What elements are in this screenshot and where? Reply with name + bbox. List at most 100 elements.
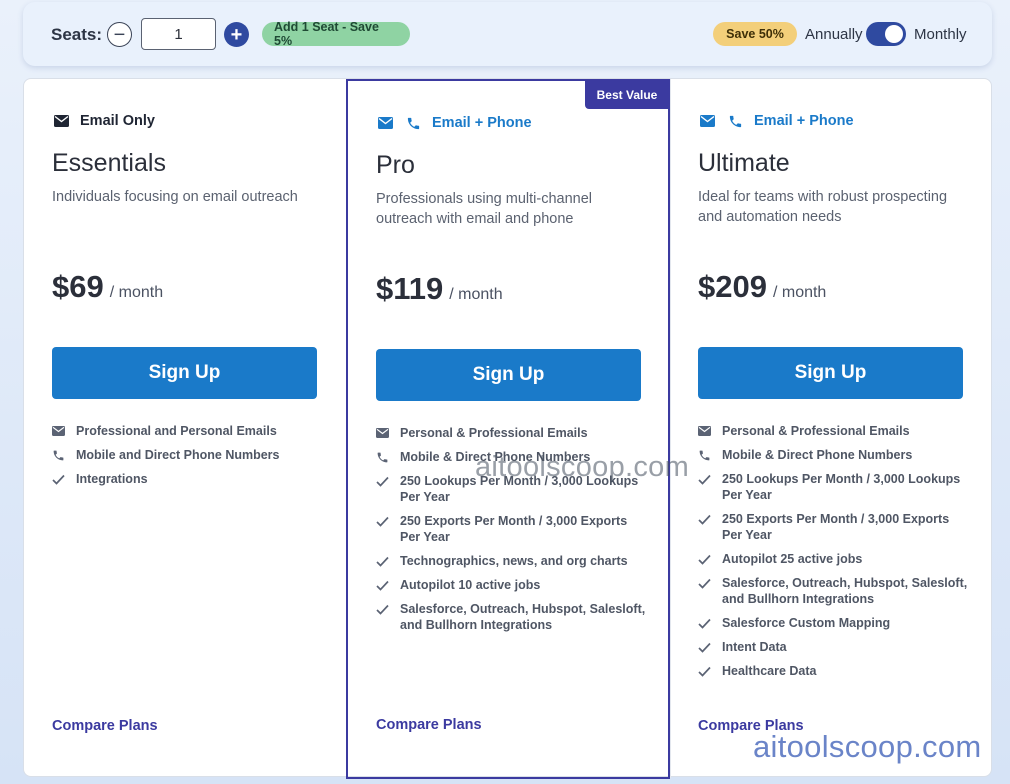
annually-label[interactable]: Annually — [805, 26, 863, 43]
add-seat-promo-badge[interactable]: Add 1 Seat - Save 5% — [262, 20, 410, 48]
check-icon — [52, 471, 76, 487]
envelope-icon — [376, 425, 400, 441]
phone-icon — [404, 115, 422, 131]
plan-channel: Email + Phone — [376, 115, 532, 131]
feature-item: Personal & Professional Emails — [376, 425, 648, 441]
plan-channel-label: Email + Phone — [432, 115, 532, 131]
sign-up-button[interactable]: Sign Up — [52, 347, 317, 399]
plan-channel: Email Only — [52, 113, 155, 129]
save-badge: Save 50% — [713, 22, 797, 46]
feature-text: Healthcare Data — [722, 664, 817, 678]
phone-icon — [726, 113, 744, 129]
feature-item: Mobile and Direct Phone Numbers — [52, 447, 324, 463]
feature-text: Professional and Personal Emails — [76, 424, 277, 438]
watermark-text: aitoolscoop.com — [753, 729, 982, 764]
feature-item: Technographics, news, and org charts — [376, 553, 648, 569]
price-amount: $119 — [376, 271, 444, 306]
feature-item: Personal & Professional Emails — [698, 423, 970, 439]
watermark-text: aitoolscoop.com — [475, 451, 690, 483]
check-icon — [376, 513, 400, 529]
check-icon — [376, 601, 400, 617]
phone-icon — [52, 447, 76, 463]
feature-item: 250 Exports Per Month / 3,000 Exports Pe… — [376, 513, 648, 545]
plan-channel: Email + Phone — [698, 113, 854, 129]
check-icon — [698, 615, 722, 631]
feature-item: Salesforce, Outreach, Hubspot, Salesloft… — [698, 575, 970, 607]
feature-item: 250 Lookups Per Month / 3,000 Lookups Pe… — [698, 471, 970, 503]
check-icon — [698, 551, 722, 567]
seats-billing-bar: Seats: − + Add 1 Seat - Save 5% Save 50%… — [23, 2, 992, 66]
monthly-label[interactable]: Monthly — [914, 26, 967, 43]
plan-price: $209 / month — [698, 269, 826, 305]
feature-text: 250 Exports Per Month / 3,000 Exports Pe… — [400, 514, 628, 544]
envelope-icon — [698, 113, 716, 129]
compare-plans-link[interactable]: Compare Plans — [52, 718, 158, 734]
price-amount: $69 — [52, 269, 104, 304]
feature-item: Integrations — [52, 471, 324, 487]
feature-text: Mobile & Direct Phone Numbers — [722, 448, 913, 462]
price-amount: $209 — [698, 269, 767, 304]
plan-description: Professionals using multi-channel outrea… — [376, 191, 592, 227]
feature-item: Salesforce Custom Mapping — [698, 615, 970, 631]
feature-item: Intent Data — [698, 639, 970, 655]
plan-description: Ideal for teams with robust prospecting … — [698, 189, 948, 225]
feature-list: Personal & Professional Emails Mobile & … — [698, 423, 970, 687]
plan-name: Pro — [376, 151, 415, 179]
check-icon — [376, 473, 400, 489]
envelope-icon — [376, 115, 394, 131]
feature-text: Personal & Professional Emails — [400, 426, 588, 440]
feature-item: Salesforce, Outreach, Hubspot, Salesloft… — [376, 601, 648, 633]
feature-item: Professional and Personal Emails — [52, 423, 324, 439]
feature-text: Integrations — [76, 472, 148, 486]
price-period: / month — [109, 284, 164, 301]
plan-name: Essentials — [52, 149, 166, 177]
feature-item: Mobile & Direct Phone Numbers — [698, 447, 970, 463]
price-period: / month — [449, 286, 503, 303]
feature-text: 250 Exports Per Month / 3,000 Exports Pe… — [722, 512, 950, 542]
plan-card-essentials: Email Only Essentials Individuals focusi… — [24, 79, 346, 778]
phone-icon — [376, 449, 400, 465]
compare-plans-link[interactable]: Compare Plans — [376, 717, 482, 733]
feature-item: Autopilot 25 active jobs — [698, 551, 970, 567]
plan-channel-label: Email Only — [80, 113, 155, 129]
feature-text: Autopilot 25 active jobs — [722, 552, 863, 566]
increase-seats-button[interactable]: + — [224, 22, 249, 47]
check-icon — [698, 663, 722, 679]
check-icon — [698, 639, 722, 655]
decrease-seats-button[interactable]: − — [107, 22, 132, 47]
check-icon — [698, 471, 722, 487]
plan-price: $119 / month — [376, 271, 503, 307]
seats-input[interactable] — [141, 18, 216, 50]
phone-icon — [698, 447, 722, 463]
envelope-icon — [52, 113, 70, 129]
billing-toggle[interactable] — [866, 22, 906, 46]
envelope-icon — [698, 423, 722, 439]
toggle-knob — [885, 25, 903, 43]
feature-text: Salesforce, Outreach, Hubspot, Salesloft… — [722, 576, 968, 606]
envelope-icon — [52, 423, 76, 439]
feature-text: 250 Lookups Per Month / 3,000 Lookups Pe… — [722, 472, 961, 502]
plan-channel-label: Email + Phone — [754, 113, 854, 129]
feature-list: Professional and Personal Emails Mobile … — [52, 423, 324, 495]
feature-text: Intent Data — [722, 640, 787, 654]
feature-text: Personal & Professional Emails — [722, 424, 910, 438]
sign-up-button[interactable]: Sign Up — [698, 347, 963, 399]
feature-text: Salesforce, Outreach, Hubspot, Salesloft… — [400, 602, 646, 632]
check-icon — [698, 511, 722, 527]
seats-label: Seats: — [51, 25, 103, 44]
best-value-badge: Best Value — [585, 80, 669, 109]
check-icon — [376, 577, 400, 593]
price-period: / month — [772, 284, 827, 301]
plan-card-pro: Best Value Email + Phone Pro Professiona… — [346, 79, 670, 779]
feature-text: Autopilot 10 active jobs — [400, 578, 541, 592]
feature-item: Autopilot 10 active jobs — [376, 577, 648, 593]
feature-text: Salesforce Custom Mapping — [722, 616, 891, 630]
feature-text: Technographics, news, and org charts — [400, 554, 628, 568]
plan-card-ultimate: Email + Phone Ultimate Ideal for teams w… — [670, 79, 992, 778]
plans-container: Email Only Essentials Individuals focusi… — [23, 78, 992, 779]
sign-up-button[interactable]: Sign Up — [376, 349, 641, 401]
feature-item: Healthcare Data — [698, 663, 970, 679]
plan-description: Individuals focusing on email outreach — [52, 189, 298, 205]
feature-text: Mobile and Direct Phone Numbers — [76, 448, 280, 462]
check-icon — [698, 575, 722, 591]
